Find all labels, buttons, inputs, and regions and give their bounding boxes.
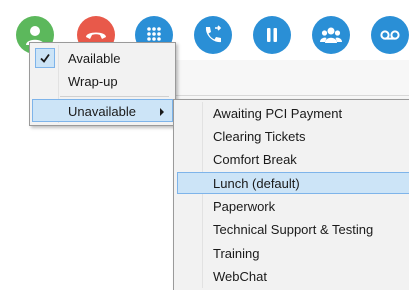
submenu-item-training[interactable]: Training [177,243,409,265]
submenu-item-label: Awaiting PCI Payment [213,106,343,121]
submenu-item-comfort-break[interactable]: Comfort Break [177,149,409,171]
menu-item-label: Unavailable [68,104,136,119]
menu-separator [60,96,169,97]
menu-item-unavailable[interactable]: Unavailable [32,99,173,122]
status-menu: Available Wrap-up Unavailable [29,42,176,126]
submenu-item-label: Technical Support & Testing [213,222,374,237]
menu-item-label: Available [68,51,121,66]
divider [170,95,409,96]
conference-group-icon[interactable] [312,16,350,54]
submenu-item-technical-support-testing[interactable]: Technical Support & Testing [177,219,409,241]
menu-item-wrap-up[interactable]: Wrap-up [32,70,173,93]
submenu-item-awaiting-pci-payment[interactable]: Awaiting PCI Payment [177,103,409,125]
voicemail-icon[interactable] [371,16,409,54]
submenu-item-clearing-tickets[interactable]: Clearing Tickets [177,126,409,148]
hold-pause-icon[interactable] [253,16,291,54]
menu-item-available[interactable]: Available [32,47,173,70]
submenu-item-paperwork[interactable]: Paperwork [177,196,409,218]
submenu-item-webchat[interactable]: WebChat [177,266,409,288]
unavailable-submenu: Awaiting PCI Payment Clearing Tickets Co… [173,99,409,290]
submenu-item-label: WebChat [213,269,267,284]
submenu-item-label: Paperwork [213,199,276,214]
panel-backdrop [170,60,409,100]
menu-item-label: Wrap-up [68,74,118,89]
submenu-arrow-icon [160,108,164,116]
submenu-item-label: Comfort Break [213,152,297,167]
submenu-item-label: Lunch (default) [213,176,300,191]
submenu-item-label: Clearing Tickets [213,129,306,144]
submenu-item-label: Training [213,246,260,261]
transfer-call-icon[interactable] [194,16,232,54]
checkmark-icon [35,48,55,68]
submenu-item-lunch-default[interactable]: Lunch (default) [177,172,409,194]
